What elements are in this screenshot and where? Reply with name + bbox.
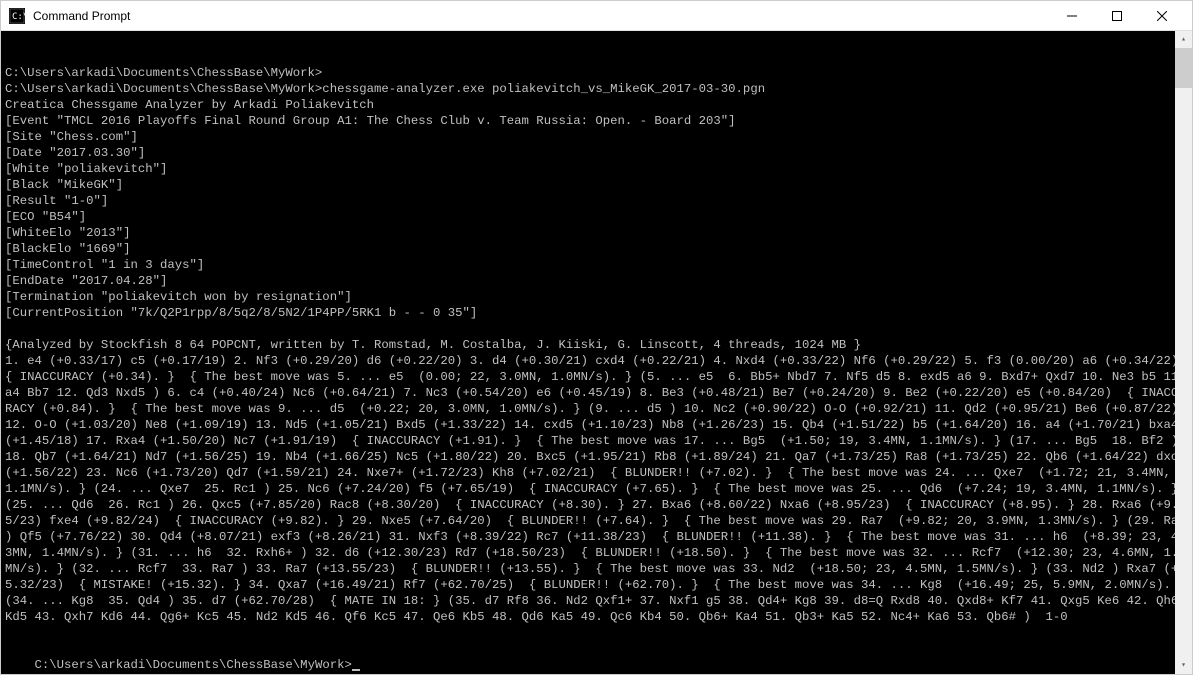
terminal-line: C:\Users\arkadi\Documents\ChessBase\MyWo… [5, 81, 1188, 97]
terminal-line: {Analyzed by Stockfish 8 64 POPCNT, writ… [5, 337, 1188, 353]
prompt-line: C:\Users\arkadi\Documents\ChessBase\MyWo… [35, 658, 352, 672]
terminal-line: 1. e4 (+0.33/17) c5 (+0.17/19) 2. Nf3 (+… [5, 353, 1188, 625]
terminal-line: [Black "MikeGK"] [5, 177, 1188, 193]
terminal-line: C:\Users\arkadi\Documents\ChessBase\MyWo… [5, 65, 1188, 81]
cursor [352, 669, 360, 671]
terminal-text: C:\Users\arkadi\Documents\ChessBase\MyWo… [5, 65, 1188, 641]
cmd-icon: C:\ [9, 8, 25, 24]
terminal-output[interactable]: C:\Users\arkadi\Documents\ChessBase\MyWo… [1, 31, 1192, 674]
titlebar[interactable]: C:\ Command Prompt [1, 1, 1192, 31]
command-prompt-window: C:\ Command Prompt C:\Users\arkadi\Docum… [0, 0, 1193, 675]
terminal-line: [Site "Chess.com"] [5, 129, 1188, 145]
terminal-line: [TimeControl "1 in 3 days"] [5, 257, 1188, 273]
close-button[interactable] [1139, 1, 1184, 30]
terminal-line: [Termination "poliakevitch won by resign… [5, 289, 1188, 305]
terminal-line: Creatica Chessgame Analyzer by Arkadi Po… [5, 97, 1188, 113]
maximize-button[interactable] [1094, 1, 1139, 30]
titlebar-title: Command Prompt [33, 9, 1049, 23]
terminal-line: [BlackElo "1669"] [5, 241, 1188, 257]
scroll-down-button[interactable]: ▾ [1175, 657, 1192, 674]
scrollbar[interactable]: ▴ ▾ [1175, 31, 1192, 674]
terminal-line: [CurrentPosition "7k/Q2P1rpp/8/5q2/8/5N2… [5, 305, 1188, 321]
scroll-thumb[interactable] [1175, 48, 1192, 88]
terminal-line: [Date "2017.03.30"] [5, 145, 1188, 161]
terminal-line: [Result "1-0"] [5, 193, 1188, 209]
window-controls [1049, 1, 1184, 30]
minimize-button[interactable] [1049, 1, 1094, 30]
terminal-line: [ECO "B54"] [5, 209, 1188, 225]
terminal-line [5, 321, 1188, 337]
terminal-line [5, 625, 1188, 641]
terminal-line: [Event "TMCL 2016 Playoffs Final Round G… [5, 113, 1188, 129]
terminal-line: [White "poliakevitch"] [5, 161, 1188, 177]
terminal-line: [EndDate "2017.04.28"] [5, 273, 1188, 289]
svg-text:C:\: C:\ [12, 12, 25, 22]
scroll-up-button[interactable]: ▴ [1175, 31, 1192, 48]
terminal-line: [WhiteElo "2013"] [5, 225, 1188, 241]
